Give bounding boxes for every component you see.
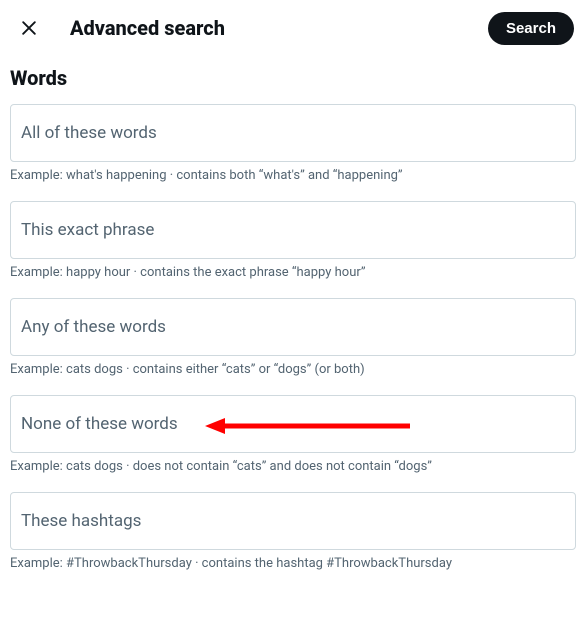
input-exact-phrase[interactable]: This exact phrase [10, 201, 576, 259]
header-bar: Advanced search Search [0, 0, 586, 56]
help-none-words: Example: cats dogs · does not contain “c… [10, 459, 576, 476]
field-hashtags: These hashtags Example: #ThrowbackThursd… [10, 492, 576, 573]
input-hashtags[interactable]: These hashtags [10, 492, 576, 550]
close-button[interactable] [12, 11, 46, 45]
field-none-words: None of these words Example: cats dogs ·… [10, 395, 576, 476]
help-hashtags: Example: #ThrowbackThursday · contains t… [10, 556, 576, 573]
field-any-words: Any of these words Example: cats dogs · … [10, 298, 576, 379]
input-none-words[interactable]: None of these words [10, 395, 576, 453]
page-title: Advanced search [70, 16, 464, 40]
close-icon [19, 18, 39, 38]
search-button[interactable]: Search [488, 12, 574, 45]
help-all-words: Example: what's happening · contains bot… [10, 168, 576, 185]
field-exact-phrase: This exact phrase Example: happy hour · … [10, 201, 576, 282]
section-title-words: Words [10, 66, 576, 90]
input-any-words[interactable]: Any of these words [10, 298, 576, 356]
content-area: Words All of these words Example: what's… [0, 66, 586, 572]
input-all-words[interactable]: All of these words [10, 104, 576, 162]
help-any-words: Example: cats dogs · contains either “ca… [10, 362, 576, 379]
help-exact-phrase: Example: happy hour · contains the exact… [10, 265, 576, 282]
field-all-words: All of these words Example: what's happe… [10, 104, 576, 185]
